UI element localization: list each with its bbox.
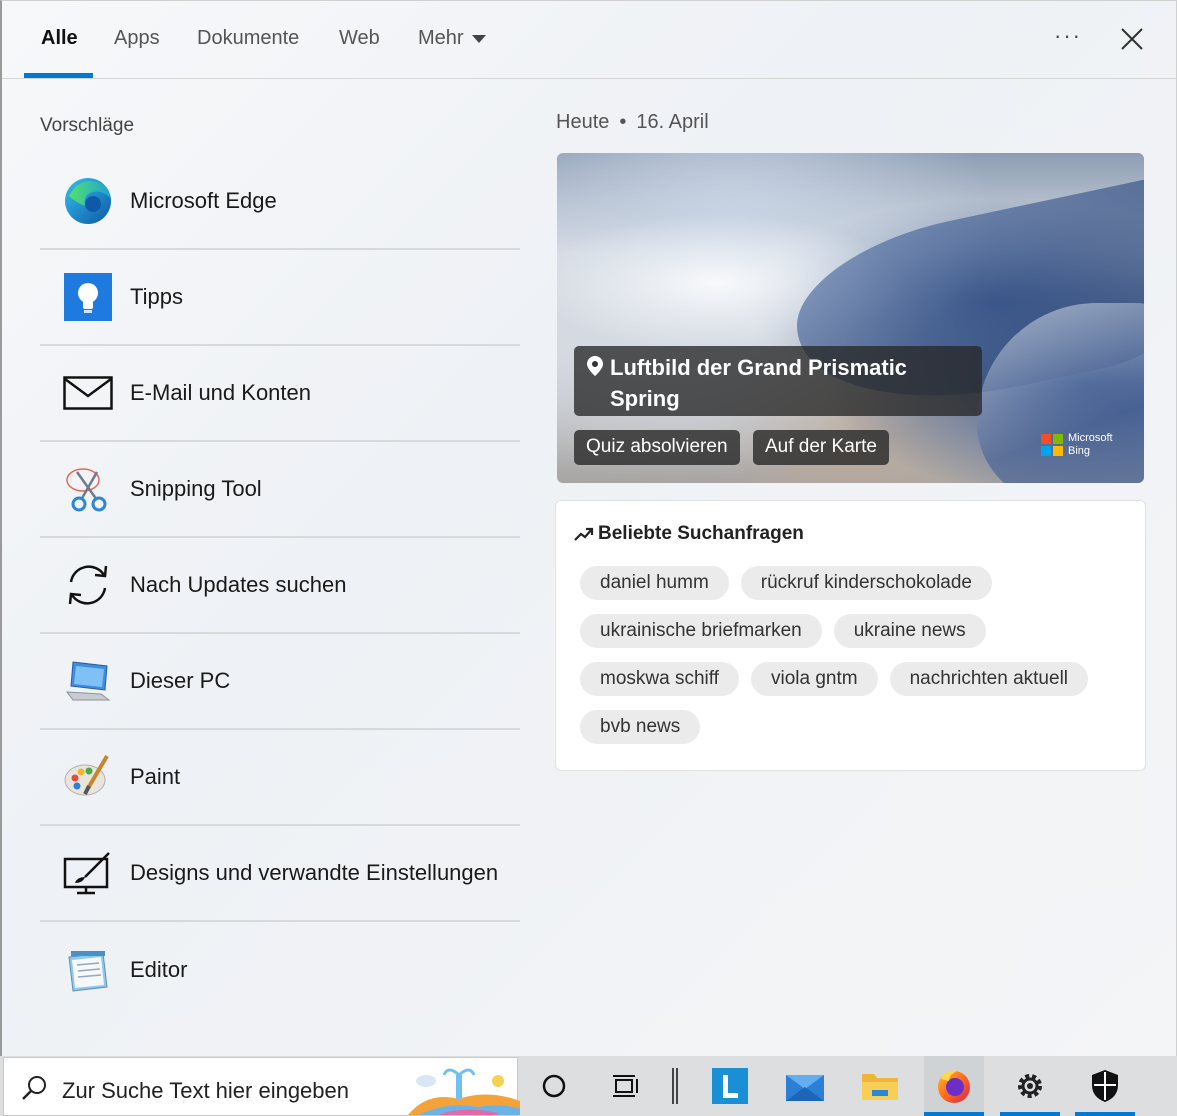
bing-brand-text: Microsoft Bing	[1068, 432, 1113, 458]
search-placeholder: Zur Suche Text hier eingeben	[62, 1078, 349, 1103]
mail-app-icon[interactable]	[775, 1056, 835, 1116]
taskbar-search-box[interactable]: Zur Suche Text hier eingeben	[3, 1057, 520, 1116]
today-separator: •	[619, 111, 627, 133]
suggestion-dieser-pc[interactable]: Dieser PC	[40, 634, 520, 730]
active-app-indicator	[1000, 1112, 1060, 1116]
suggestion-designs[interactable]: Designs und verwandte Einstellungen	[40, 826, 520, 922]
tab-bar: Alle Apps Dokumente Web Mehr ···	[2, 1, 1176, 79]
trending-chip[interactable]: bvb news	[580, 710, 701, 744]
trending-title-text: Beliebte Suchanfragen	[598, 523, 804, 544]
tab-mehr[interactable]: Mehr	[418, 27, 486, 57]
trending-chip[interactable]: moskwa schiff	[580, 662, 739, 696]
trending-up-icon	[574, 527, 594, 541]
today-label: Heute	[556, 111, 610, 133]
computer-icon	[62, 655, 114, 707]
suggestion-email-konten[interactable]: E-Mail und Konten	[40, 346, 520, 442]
tab-apps[interactable]: Apps	[114, 27, 160, 57]
suggestion-editor[interactable]: Editor	[40, 922, 520, 1018]
paint-icon	[62, 751, 114, 803]
microsoft-logo-icon	[1041, 434, 1063, 456]
suggestions-list: Microsoft Edge Tipps E-Mail und Konten S…	[40, 154, 520, 1018]
hero-title-box[interactable]: Luftbild der Grand Prismatic Spring	[574, 346, 982, 416]
trending-chips: daniel humm rückruf kinderschokolade ukr…	[580, 566, 1130, 744]
ellipsis-icon[interactable]: ···	[1054, 23, 1082, 49]
bing-hero-card[interactable]: Luftbild der Grand Prismatic Spring Quiz…	[557, 153, 1144, 483]
edge-icon	[62, 175, 114, 227]
trending-chip[interactable]: rückruf kinderschokolade	[740, 566, 992, 600]
suggestion-label: Nach Updates suchen	[130, 572, 347, 597]
settings-icon[interactable]	[1000, 1056, 1060, 1116]
taskbar: Zur Suche Text hier eingeben	[0, 1056, 1177, 1116]
trending-chip[interactable]: ukrainische briefmarken	[580, 614, 822, 648]
map-button[interactable]: Auf der Karte	[753, 430, 889, 465]
scissors-icon	[62, 463, 114, 515]
suggestion-updates[interactable]: Nach Updates suchen	[40, 538, 520, 634]
suggestions-title: Vorschläge	[40, 115, 135, 136]
suggestion-label: Dieser PC	[130, 668, 231, 693]
tab-dokumente[interactable]: Dokumente	[197, 27, 299, 57]
trending-title: Beliebte Suchanfragen	[574, 523, 804, 545]
search-window: Alle Apps Dokumente Web Mehr ··· Vorschl…	[0, 0, 1177, 1056]
security-icon[interactable]	[1075, 1056, 1135, 1116]
search-highlight-illustration-icon	[408, 1068, 520, 1115]
microsoft-bing-logo: Microsoft Bing	[1041, 432, 1131, 460]
suggestion-snipping-tool[interactable]: Snipping Tool	[40, 442, 520, 538]
notepad-icon	[62, 944, 114, 996]
today-header: Heute • 16. April	[556, 111, 709, 134]
close-icon[interactable]	[1118, 25, 1146, 53]
suggestion-label: Tipps	[130, 284, 183, 309]
trending-searches-card: Beliebte Suchanfragen daniel humm rückru…	[555, 500, 1146, 771]
tab-web[interactable]: Web	[339, 27, 380, 57]
suggestion-label: Paint	[130, 764, 181, 789]
taskbar-divider-icon	[645, 1056, 705, 1116]
cortana-icon[interactable]	[524, 1056, 584, 1116]
quiz-button[interactable]: Quiz absolvieren	[574, 430, 740, 465]
suggestion-tipps[interactable]: Tipps	[40, 250, 520, 346]
mail-icon	[62, 367, 114, 419]
firefox-icon[interactable]	[924, 1056, 984, 1116]
suggestion-label: Designs und verwandte Einstellungen	[130, 860, 499, 885]
suggestion-label: Microsoft Edge	[130, 188, 277, 213]
design-icon	[62, 847, 114, 899]
tips-icon	[62, 271, 114, 323]
trending-chip[interactable]: ukraine news	[833, 614, 986, 648]
active-tab-indicator	[24, 73, 93, 78]
search-icon	[22, 1076, 46, 1100]
trending-chip[interactable]: daniel humm	[580, 566, 729, 600]
suggestion-label: Snipping Tool	[130, 476, 262, 501]
suggestion-label: Editor	[130, 957, 188, 982]
bing-brand-line2: Bing	[1068, 445, 1091, 457]
hero-title: Luftbild der Grand Prismatic Spring	[610, 355, 908, 411]
launcher-icon[interactable]	[700, 1056, 760, 1116]
file-explorer-icon[interactable]	[850, 1056, 910, 1116]
suggestion-microsoft-edge[interactable]: Microsoft Edge	[40, 154, 520, 250]
tab-mehr-label: Mehr	[418, 27, 464, 49]
today-date: 16. April	[636, 111, 709, 133]
trending-chip[interactable]: viola gntm	[750, 662, 878, 696]
caret-down-icon	[471, 34, 486, 43]
trending-chip[interactable]: nachrichten aktuell	[889, 662, 1089, 696]
tab-alle[interactable]: Alle	[41, 27, 78, 57]
location-pin-icon	[587, 356, 603, 376]
sync-icon	[62, 559, 114, 611]
suggestion-label: E-Mail und Konten	[130, 380, 311, 405]
active-app-indicator	[924, 1112, 984, 1116]
active-app-indicator	[1075, 1112, 1135, 1116]
bing-brand-line1: Microsoft	[1068, 432, 1113, 444]
suggestion-paint[interactable]: Paint	[40, 730, 520, 826]
